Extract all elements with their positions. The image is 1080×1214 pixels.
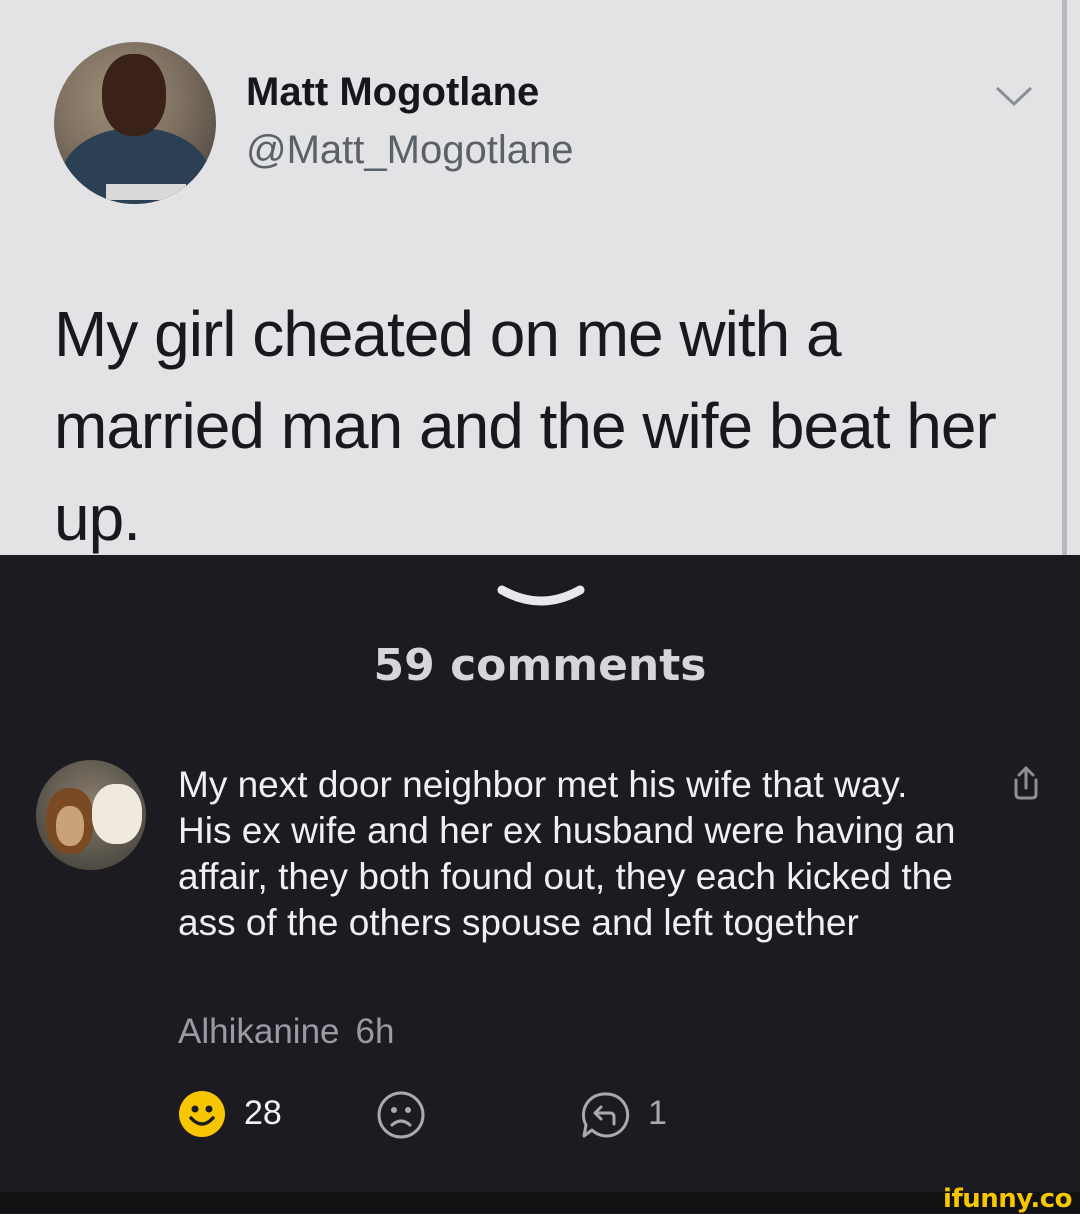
chevron-down-icon: [995, 86, 1033, 107]
comment-text: My next door neighbor met his wife that …: [178, 764, 956, 943]
reply-count: 1: [648, 1094, 667, 1132]
comments-count: 59 comments: [373, 640, 707, 691]
reply-icon[interactable]: [580, 1090, 632, 1140]
smile-icon[interactable]: [178, 1090, 226, 1138]
tweet-handle: @Matt_Mogotlane: [246, 128, 574, 172]
smile-count: 28: [244, 1094, 282, 1132]
ifunny-watermark: ifunny.co: [943, 1184, 1072, 1214]
unsmile-icon[interactable]: [376, 1090, 426, 1140]
drag-handle-icon[interactable]: [496, 582, 586, 610]
comment-meta: Alhikanine 6h: [178, 1012, 394, 1052]
tweet-avatar: [54, 42, 216, 204]
avatar[interactable]: [36, 760, 146, 870]
share-icon[interactable]: [1008, 764, 1044, 802]
tweet-screenshot: Matt Mogotlane @Matt_Mogotlane My girl c…: [0, 0, 1080, 555]
divider: [1062, 0, 1067, 555]
footer-band: [0, 1192, 1080, 1213]
comment-author[interactable]: Alhikanine: [178, 1012, 340, 1051]
comment-time: 6h: [355, 1012, 395, 1051]
tweet-text: My girl cheated on me with a married man…: [54, 298, 997, 554]
tweet-display-name: Matt Mogotlane: [246, 70, 540, 114]
